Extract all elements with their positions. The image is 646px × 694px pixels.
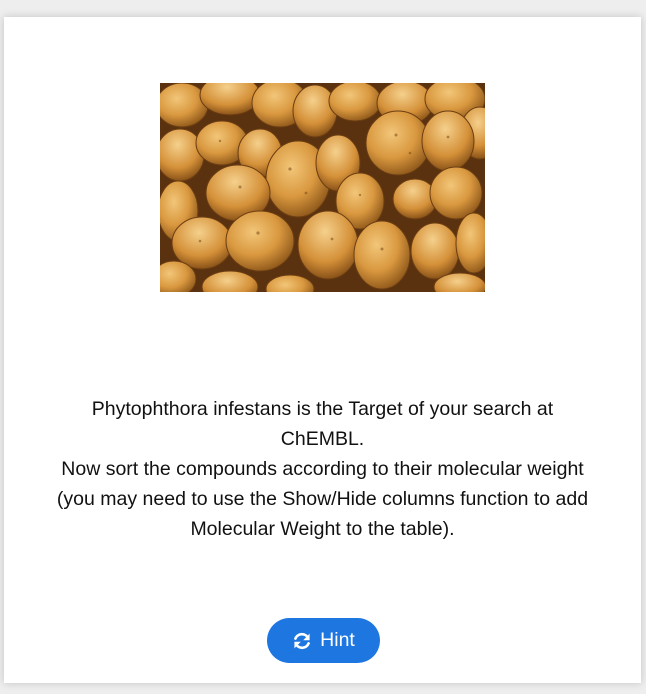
hint-button-label: Hint (320, 629, 355, 651)
refresh-icon (292, 631, 312, 651)
hint-button[interactable]: Hint (267, 618, 380, 663)
potatoes-image (160, 83, 485, 292)
question-text: Phytophthora infestans is the Target of … (24, 394, 621, 544)
question-line: Phytophthora infestans is the Target of … (91, 398, 554, 420)
question-line: Now sort the compounds according to thei… (61, 458, 584, 480)
question-line: ChEMBL. (280, 428, 365, 450)
question-line: Molecular Weight to the table). (190, 518, 455, 540)
question-card: Phytophthora infestans is the Target of … (4, 17, 641, 683)
question-line: (you may need to use the Show/Hide colum… (56, 488, 589, 510)
